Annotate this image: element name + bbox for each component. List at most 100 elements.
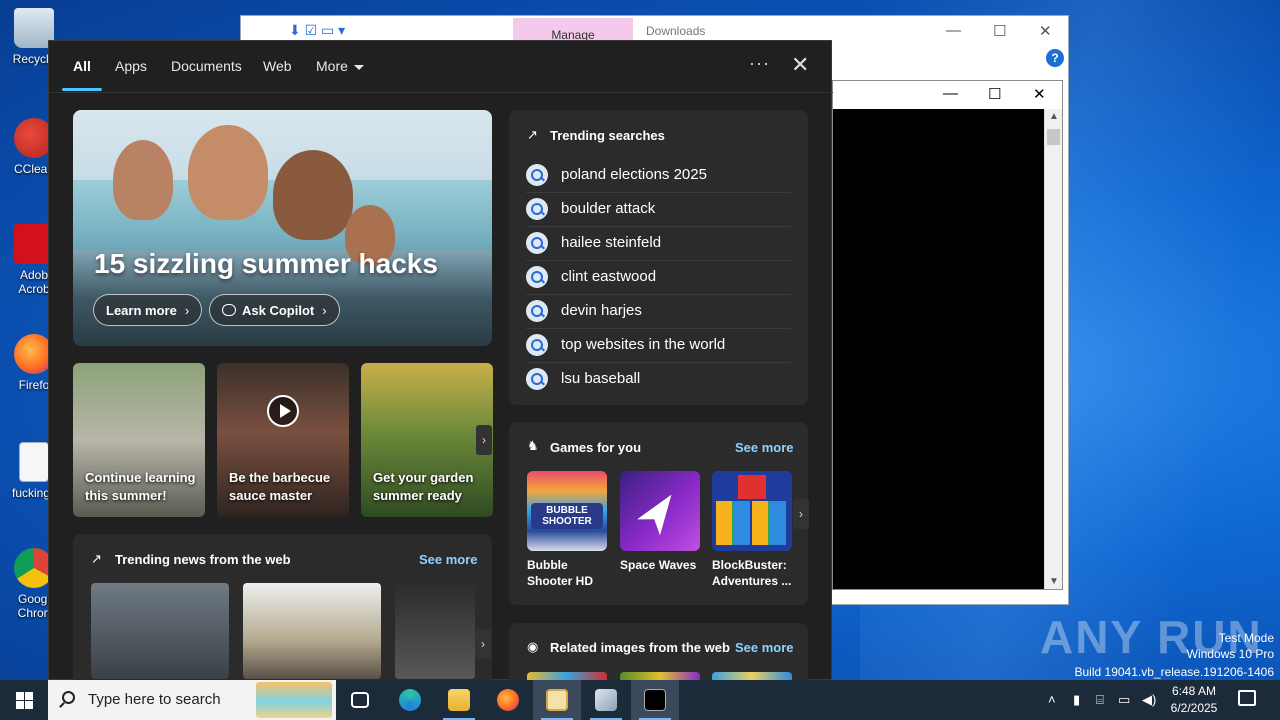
taskbar-cmd[interactable]	[631, 680, 679, 720]
scroll-down-icon[interactable]: ▼	[1049, 576, 1059, 587]
news-thumbnail[interactable]	[243, 583, 381, 679]
window-title: Downloads	[646, 24, 706, 38]
see-more-link[interactable]: See more	[735, 440, 794, 455]
game-tile-bubble-shooter[interactable]: BUBBLE SHOOTER	[527, 471, 607, 551]
see-more-link[interactable]: See more	[735, 640, 794, 655]
blocks-graphic	[738, 475, 766, 499]
console-output[interactable]	[833, 109, 1045, 589]
play-icon[interactable]	[267, 395, 299, 427]
hero-card[interactable]: 15 sizzling summer hacks Learn more › Ask…	[73, 110, 492, 346]
clock-date: 6/2/2025	[1170, 701, 1218, 715]
learn-more-button[interactable]: Learn more ›	[93, 294, 203, 326]
scrollbar[interactable]: ▲ ▼	[1044, 109, 1062, 589]
card-title: Get your garden summer ready	[373, 470, 474, 503]
windows-edition-label: Windows 10 Pro	[1186, 647, 1274, 661]
console-window[interactable]: — ☐ ✕ ▲ ▼	[832, 80, 1063, 590]
trending-search-item[interactable]: lsu baseball	[526, 363, 791, 397]
gamepad-icon: ♞	[527, 438, 539, 453]
scroll-up-icon[interactable]: ▲	[1049, 111, 1059, 122]
show-hidden-icons-icon[interactable]: ˄	[1048, 692, 1056, 707]
scrollbar-thumb[interactable]	[1047, 129, 1060, 145]
game-name[interactable]: BlockBuster: Adventures ...	[712, 557, 798, 589]
taskbar-firefox[interactable]	[484, 680, 532, 720]
see-more-link[interactable]: See more	[419, 552, 478, 567]
notification-center-icon[interactable]	[1238, 690, 1256, 706]
close-panel-button[interactable]: ✕	[791, 53, 809, 77]
trending-search-item[interactable]: devin harjes	[526, 295, 791, 329]
test-mode-label: Test Mode	[1218, 631, 1274, 645]
game-tile-space-waves[interactable]	[620, 471, 700, 551]
close-button[interactable]: ✕	[1033, 85, 1046, 103]
trending-search-item[interactable]: poland elections 2025	[526, 159, 791, 193]
taskbar-search-box[interactable]: Type here to search	[48, 680, 336, 720]
tab-more[interactable]: More	[316, 58, 364, 74]
tab-web[interactable]: Web	[263, 58, 292, 74]
file-icon	[19, 442, 49, 482]
tab-all[interactable]: All	[73, 58, 91, 74]
taskbar-file-explorer[interactable]	[435, 680, 483, 720]
quick-access-toolbar[interactable]: ⬇ ☑ ▭ ▾	[289, 22, 345, 39]
chevron-right-icon: ›	[184, 303, 190, 318]
maximize-button[interactable]: ☐	[993, 22, 1006, 40]
news-thumbnail[interactable]	[91, 583, 229, 679]
taskbar-photos[interactable]	[582, 680, 630, 720]
taskbar-edge[interactable]	[386, 680, 434, 720]
feature-card[interactable]: Be the barbecue sauce master	[217, 363, 349, 517]
task-view-button[interactable]	[336, 680, 384, 720]
windows-logo-icon	[25, 701, 33, 709]
rocket-icon	[637, 487, 683, 536]
game-name[interactable]: Space Waves	[620, 557, 706, 573]
search-icon	[526, 300, 548, 322]
trending-search-item[interactable]: boulder attack	[526, 193, 791, 227]
close-button[interactable]: ✕	[1039, 22, 1052, 40]
learn-more-label: Learn more	[106, 303, 177, 318]
carousel-next-button[interactable]: ›	[476, 425, 492, 455]
tab-documents[interactable]: Documents	[171, 58, 242, 74]
search-icon	[526, 266, 548, 288]
windows-logo-icon	[16, 692, 24, 700]
help-icon[interactable]: ?	[1046, 49, 1064, 67]
ask-copilot-button[interactable]: Ask Copilot ›	[209, 294, 340, 326]
tab-apps[interactable]: Apps	[115, 58, 147, 74]
feature-card[interactable]: Get your garden summer ready	[361, 363, 493, 517]
more-options-button[interactable]: ···	[749, 53, 770, 74]
news-thumbnail[interactable]	[395, 583, 475, 679]
game-tile-blockbuster[interactable]	[712, 471, 792, 551]
chevron-right-icon: ›	[322, 303, 327, 318]
minimize-button[interactable]: —	[943, 85, 958, 102]
search-panel[interactable]: All Apps Documents Web More ··· ✕ 15 siz…	[48, 40, 833, 693]
taskbar-notes[interactable]	[533, 680, 581, 720]
trending-search-item[interactable]: hailee steinfeld	[526, 227, 791, 261]
feature-card[interactable]: Continue learning this summer!	[73, 363, 205, 517]
game-name[interactable]: Bubble Shooter HD	[527, 557, 613, 589]
search-highlight-image	[256, 682, 332, 718]
trending-searches-section: ↗ Trending searches poland elections 202…	[509, 110, 808, 405]
start-button[interactable]	[0, 680, 48, 720]
trending-news-section: ↗ Trending news from the web See more ›	[73, 534, 492, 684]
clock-time: 6:48 AM	[1171, 684, 1217, 698]
card-title: Continue learning this summer!	[85, 470, 196, 503]
network-icon[interactable]: ▭	[1118, 692, 1130, 708]
windows-logo-icon	[25, 692, 33, 700]
trending-search-text: top websites in the world	[561, 336, 726, 353]
games-section: ♞ Games for you See more BUBBLE SHOOTER …	[509, 422, 809, 605]
firefox-icon	[497, 689, 519, 711]
maximize-button[interactable]: ☐	[988, 85, 1001, 103]
windows-logo-icon	[16, 701, 24, 709]
search-icon	[526, 368, 548, 390]
carousel-next-button[interactable]: ›	[475, 629, 491, 659]
card-title: Be the barbecue sauce master	[229, 470, 331, 503]
ask-copilot-label: Ask Copilot	[242, 303, 315, 318]
battery-icon[interactable]: ▮	[1073, 692, 1080, 708]
clock[interactable]: 6:48 AM 6/2/2025	[1160, 683, 1228, 717]
search-placeholder: Type here to search	[88, 691, 221, 708]
carousel-next-button[interactable]: ›	[793, 499, 809, 529]
search-icon	[526, 334, 548, 356]
file-explorer-icon	[448, 689, 470, 711]
console-titlebar[interactable]: — ☐ ✕	[833, 81, 1062, 109]
trending-search-item[interactable]: top websites in the world	[526, 329, 791, 363]
trending-search-item[interactable]: clint eastwood	[526, 261, 791, 295]
volume-icon[interactable]: ◀)	[1142, 692, 1156, 708]
meet-now-icon[interactable]: ⌸	[1096, 692, 1104, 708]
minimize-button[interactable]: —	[946, 22, 961, 39]
